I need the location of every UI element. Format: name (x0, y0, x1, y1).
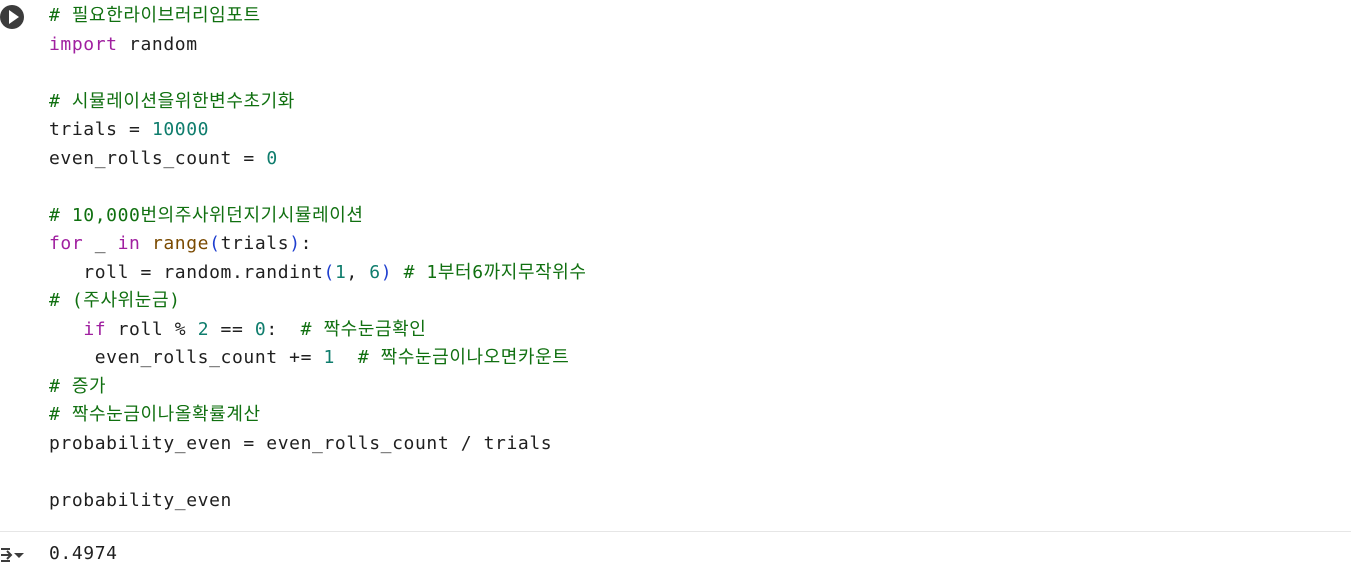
code-token: # 짝수눈금이나오면카운트 (357, 347, 570, 368)
play-icon (8, 10, 19, 24)
output-divider (0, 531, 1351, 532)
code-token: ) (380, 261, 393, 283)
code-token: : (266, 318, 301, 340)
code-line: for _ in range(trials): (49, 230, 1339, 259)
code-token: 6 (369, 261, 381, 283)
code-token: trials = (49, 119, 152, 140)
code-token: # 1부터6까지무작위수 (403, 261, 587, 283)
code-token: # 짝수눈금이나올확률계산 (49, 404, 261, 425)
code-token: 0 (254, 318, 267, 340)
code-token: : (300, 233, 313, 254)
code-line: trials = 10000 (49, 116, 1339, 145)
code-token: ( (323, 261, 335, 283)
code-token: # 시뮬레이션을위한변수초기화 (49, 90, 295, 112)
code-line: import random (49, 31, 1339, 60)
code-token: # 증가 (49, 375, 107, 397)
code-token: trials (220, 233, 290, 254)
code-token: # 필요한라이브러리임포트 (49, 5, 261, 26)
code-line: # 증가 (49, 373, 1339, 402)
code-line: probability_even = even_rolls_count / tr… (49, 430, 1339, 459)
code-editor[interactable]: # 필요한라이브러리임포트 import random # 시뮬레이션을위한변수초… (49, 2, 1339, 515)
code-token: == (209, 318, 255, 340)
code-line: # 시뮬레이션을위한변수초기화 (49, 88, 1339, 117)
code-token: for (49, 233, 84, 254)
code-line: probability_even (49, 487, 1339, 516)
code-token: _ (83, 233, 118, 254)
code-token: ( (209, 233, 221, 254)
code-line: # (주사위눈금) (49, 287, 1339, 316)
cell-output: 0.4974 (49, 543, 118, 564)
code-token: in (117, 233, 141, 254)
code-token: probability_even (49, 489, 232, 511)
code-line: # 10,000번의주사위던지기시뮬레이션 (49, 202, 1339, 231)
code-token: 0 (266, 147, 278, 169)
code-token: ) (289, 233, 301, 254)
code-token: 1 (334, 261, 347, 283)
code-line: even_rolls_count += 1 # 짝수눈금이나오면카운트 (49, 344, 1339, 373)
code-token: random (117, 33, 198, 55)
code-token: even_rolls_count = (49, 147, 267, 169)
code-cell: # 필요한라이브러리임포트 import random # 시뮬레이션을위한변수초… (0, 0, 1351, 570)
code-token: # 10,000번의주사위던지기시뮬레이션 (49, 204, 364, 226)
code-line: roll = random.randint(1, 6) # 1부터6까지무작위수 (49, 259, 1339, 288)
code-token: , (346, 261, 370, 283)
code-token: range (151, 233, 210, 254)
code-line: # 짝수눈금이나올확률계산 (49, 401, 1339, 430)
run-cell-button[interactable] (0, 5, 24, 29)
code-token: 1 (323, 347, 335, 368)
code-token: # (주사위눈금) (49, 290, 181, 311)
code-token: if (83, 318, 107, 340)
code-token: roll = random.randint (49, 261, 324, 283)
code-token: # 짝수눈금확인 (300, 318, 427, 340)
code-token: roll % (106, 318, 198, 340)
code-token: import (49, 33, 118, 55)
output-toggle-button[interactable] (0, 543, 26, 567)
code-token: even_rolls_count += (49, 347, 324, 368)
code-token: 2 (197, 318, 210, 340)
code-token: probability_even = even_rolls_count / tr… (49, 432, 553, 454)
code-token: 10000 (151, 119, 210, 140)
code-line: if roll % 2 == 0: # 짝수눈금확인 (49, 316, 1339, 345)
output-collapse-icon (1, 548, 24, 562)
code-line: # 필요한라이브러리임포트 (49, 2, 1339, 31)
code-line: even_rolls_count = 0 (49, 145, 1339, 174)
